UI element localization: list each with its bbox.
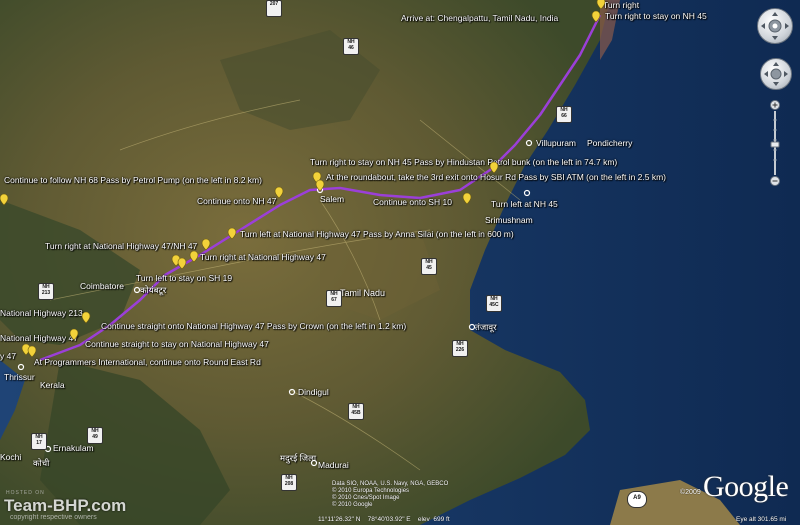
placemark-pin-icon[interactable] <box>227 227 237 240</box>
highway-shield-nh67: NH 67 <box>326 290 342 307</box>
watermark-tagline: copyright respective owners <box>10 514 97 521</box>
coordinates-readout: 11°11'26.32" N 78°40'03.92" E elev 699 f… <box>318 516 450 523</box>
highway-shield-nh45b: NH 45B <box>348 403 364 420</box>
highway-shield-nh213: NH 213 <box>38 283 54 300</box>
highway-shield-nh45c: NH 45C <box>486 295 502 312</box>
zoom-out-icon[interactable] <box>770 176 780 186</box>
placemark-pin-icon[interactable] <box>27 345 37 358</box>
placemark-pin-icon[interactable] <box>201 238 211 251</box>
team-bhp-watermark: Team-BHP.com <box>4 496 127 515</box>
placemark-pin-icon[interactable] <box>69 328 79 341</box>
placemark-pin-icon[interactable] <box>81 311 91 324</box>
placemark-pin-icon[interactable] <box>315 179 325 192</box>
zoom-in-icon[interactable] <box>770 100 780 110</box>
highway-shield-nh49: NH 49 <box>87 427 103 444</box>
placemark-pin-icon[interactable] <box>596 0 606 10</box>
placemark-pin-icon[interactable] <box>489 161 499 174</box>
pan-hand-icon <box>764 62 788 86</box>
placemark-pin-icon[interactable] <box>274 186 284 199</box>
data-attribution: Data SIO, NOAA, U.S. Navy, NGA, GEBCO © … <box>332 481 449 508</box>
highway-shield-nh45: NH 45 <box>421 258 437 275</box>
move-control[interactable] <box>760 58 792 90</box>
placemark-pin-icon[interactable] <box>591 10 601 23</box>
highway-shield-nh46: NH 46 <box>343 38 359 55</box>
zoom-thumb-icon[interactable] <box>770 141 780 148</box>
highway-shield-nh66: NH 66 <box>556 106 572 123</box>
highway-shield-a9: A9 <box>627 491 647 508</box>
zoom-slider[interactable] <box>770 100 780 186</box>
placemark-pin-icon[interactable] <box>189 250 199 263</box>
google-logo: Google <box>703 470 789 503</box>
placemark-pin-icon[interactable] <box>0 193 9 206</box>
highway-shield-nh208: NH 208 <box>281 474 297 491</box>
look-around-control[interactable] <box>757 8 793 44</box>
placemark-pin-icon[interactable] <box>177 257 187 270</box>
highway-shield-nh17: NH 17 <box>31 433 47 450</box>
highway-shield-nh207: 207 <box>266 0 282 17</box>
highway-shield-nh226: NH 226 <box>452 340 468 357</box>
copyright-year: ©2009 <box>680 489 701 496</box>
placemark-pin-icon[interactable] <box>462 192 472 205</box>
eye-altitude-readout: Eye alt 301.65 mi <box>736 516 787 523</box>
look-eye-icon <box>761 12 789 40</box>
